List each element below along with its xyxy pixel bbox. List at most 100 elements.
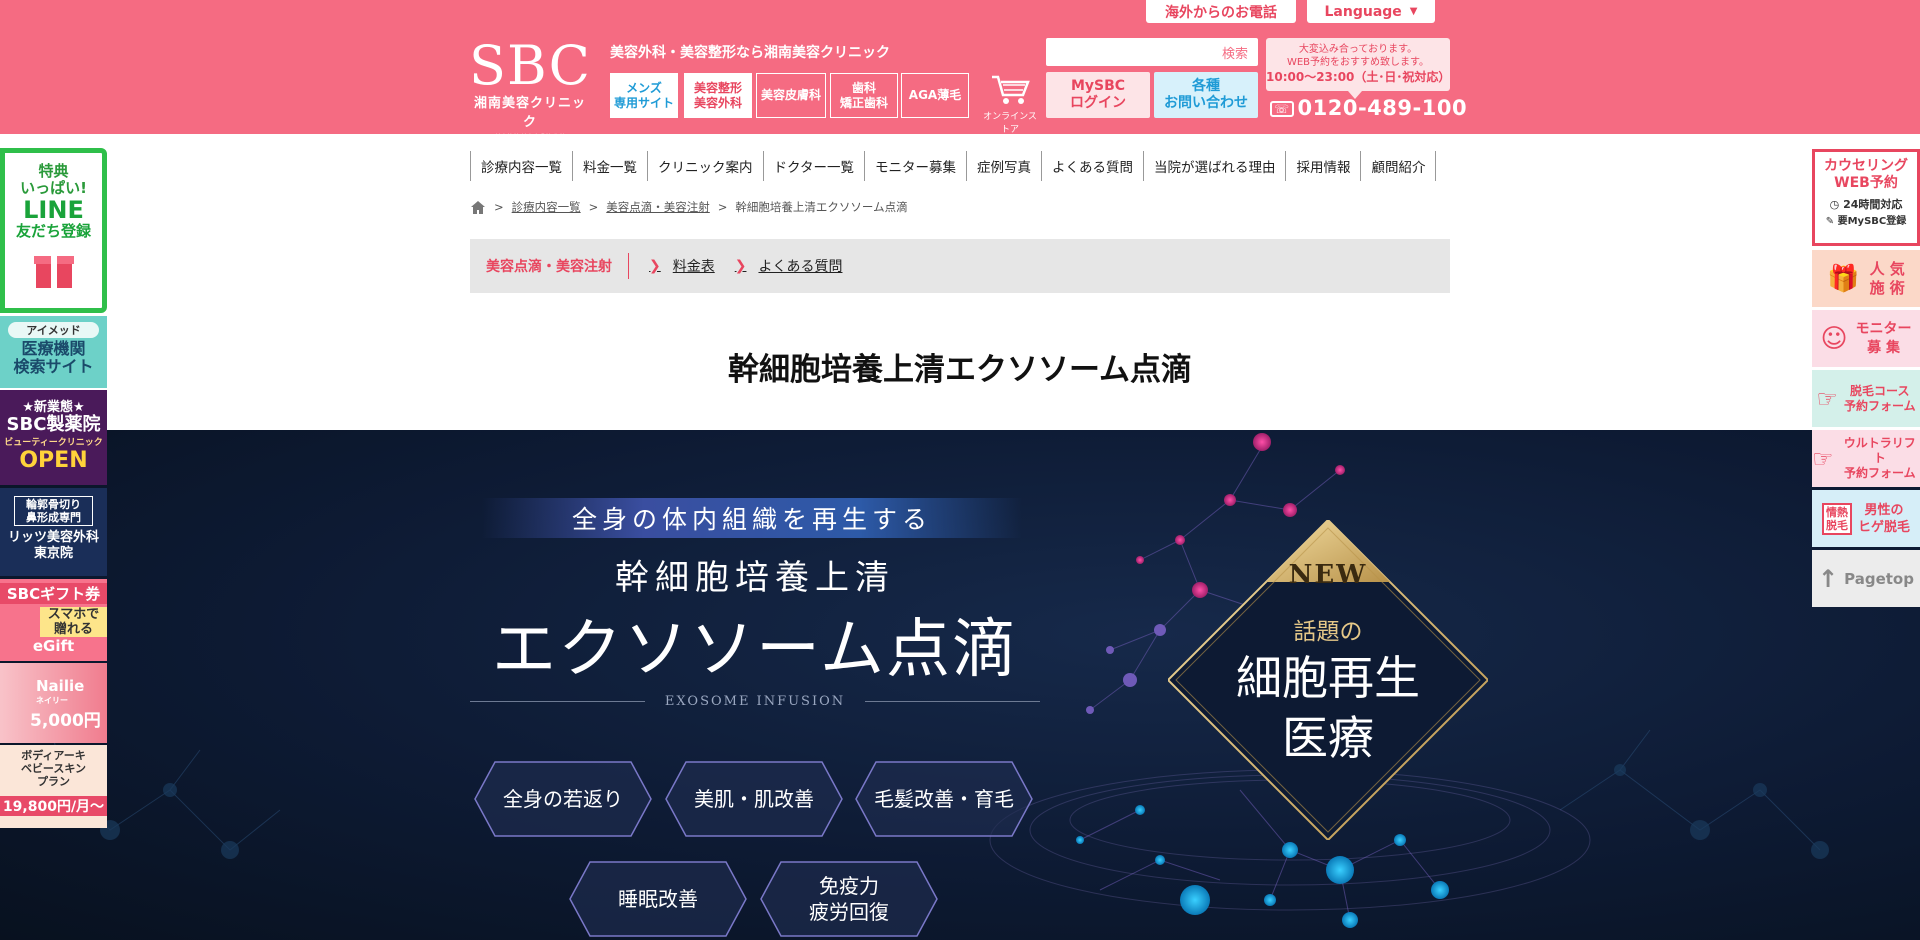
nav-monitor[interactable]: モニター募集: [863, 151, 966, 181]
page-title: 幹細胞培養上清エクソソーム点滴: [727, 352, 1193, 388]
subnav-faq-link[interactable]: ❯ よくある質問: [735, 256, 843, 276]
hero-english: EXOSOME INFUSION: [470, 694, 1041, 709]
nav-faq[interactable]: よくある質問: [1040, 151, 1143, 181]
language-selector[interactable]: Language ▼: [1307, 0, 1435, 23]
site-logo[interactable]: SBC 湘南美容クリニック 美容外科/美容皮膚科/歯科: [468, 39, 592, 142]
aga-tab[interactable]: AGA薄毛: [901, 73, 969, 118]
line-friend-banner[interactable]: 特典 いっぱい! LINE 友だち登録: [0, 148, 107, 313]
language-label: Language: [1324, 3, 1402, 20]
sbc-pharmacy-banner[interactable]: ★新業態★ SBC製薬院 ビューティークリニック OPEN: [0, 390, 107, 485]
nav-advisors[interactable]: 顧問紹介: [1360, 151, 1437, 181]
banner-text: 情熱: [1825, 505, 1848, 519]
overseas-call-button[interactable]: 海外からのお電話: [1146, 0, 1296, 23]
topic-label: 話題の: [1293, 619, 1363, 645]
banner-text: ウルトラリフト: [1843, 436, 1916, 465]
subnav-price-link[interactable]: ❯ 料金表: [649, 256, 715, 276]
person-icon: ☺: [1820, 323, 1848, 354]
nav-reasons[interactable]: 当院が選ばれる理由: [1142, 151, 1286, 181]
online-store-link[interactable]: オンラインストア: [980, 72, 1040, 135]
banner-text: WEB予約: [1834, 175, 1898, 191]
banner-text: ボディアーキ: [21, 749, 86, 762]
main-navigation: 診療内容一覧 料金一覧 クリニック案内 ドクター一覧 モニター募集 症例写真 よ…: [470, 151, 1437, 181]
hero-title: エクソソーム点滴: [491, 613, 1019, 687]
dermatology-label: 美容皮膚科: [760, 88, 821, 102]
popular-treatments-banner[interactable]: 🎁 人 気施 術: [1812, 250, 1920, 307]
banner-text: SBC製薬院: [6, 414, 101, 435]
divider: [470, 701, 645, 702]
benefit-badge: 全身の若返り: [473, 760, 653, 838]
nav-clinics[interactable]: クリニック案内: [647, 151, 763, 181]
banner-text: スマホで: [40, 607, 107, 622]
banner-text: ヒゲ脱毛: [1857, 519, 1910, 535]
reservation-notice: 大変込み合っております。 WEB予約をおすすめ致します。 10:00〜23:00…: [1266, 38, 1451, 99]
nav-services[interactable]: 診療内容一覧: [470, 151, 572, 181]
mens-site-label: メンズ 専用サイト: [613, 80, 674, 110]
hero-english-label: EXOSOME INFUSION: [664, 694, 846, 709]
cosmetic-surgery-tab[interactable]: 美容整形 美容外科: [684, 73, 752, 118]
banner-text: モニター募 集: [1856, 320, 1912, 358]
sbc-gift-banner[interactable]: SBCギフト券 スマホで 贈れる eGift: [0, 579, 107, 661]
hero-ribbon: 全身の体内組織を再生する: [482, 498, 1022, 538]
body-archi-banner[interactable]: ボディアーキ ベビースキン プラン 19,800円/月〜: [0, 745, 107, 828]
ritz-clinic-banner[interactable]: 輪郭骨切り 鼻形成専門 リッツ美容外科 東京院: [0, 488, 107, 576]
banner-text: プラン: [37, 775, 70, 788]
imed-banner[interactable]: アイメッド 医療機関 検索サイト: [0, 316, 107, 388]
breadcrumb-category[interactable]: 美容点滴・美容注射: [606, 199, 710, 215]
search-input[interactable]: 検索: [1046, 38, 1258, 66]
mysbc-login-label: MySBC ログイン: [1070, 78, 1126, 111]
breadcrumb-services[interactable]: 診療内容一覧: [512, 199, 581, 215]
banner-text: いっぱい!: [20, 179, 87, 197]
home-icon[interactable]: [470, 200, 486, 215]
banner-text: 検索サイト: [13, 357, 94, 376]
subnav-faq-label: よくある質問: [758, 259, 843, 275]
pagetop-button[interactable]: ↑ Pagetop: [1812, 550, 1920, 607]
banner-text: 募 集: [1867, 339, 1900, 356]
dermatology-tab[interactable]: 美容皮膚科: [756, 73, 826, 118]
nav-doctors[interactable]: ドクター一覧: [762, 151, 864, 181]
benefit-badge: 美肌・肌改善: [664, 760, 844, 838]
benefit-badge: 睡眠改善: [568, 860, 748, 938]
breadcrumb-separator: >: [494, 200, 504, 214]
hair-removal-form-banner[interactable]: ☞ 脱毛コース 予約フォーム: [1812, 370, 1920, 427]
mysbc-login-button[interactable]: MySBC ログイン: [1046, 72, 1150, 118]
phone-number[interactable]: ☏ 0120-489-100: [1270, 96, 1467, 120]
search-button[interactable]: 検索: [1222, 43, 1248, 62]
pagetop-label: Pagetop: [1844, 569, 1914, 588]
banner-text: 施 術: [1869, 278, 1905, 297]
banner-text: アイメッド: [8, 322, 99, 338]
category-subnav: 美容点滴・美容注射 ❯ 料金表 ❯ よくある質問: [470, 239, 1450, 293]
dental-tab[interactable]: 歯科 矯正歯科: [830, 73, 898, 118]
arrow-up-icon: ↑: [1818, 564, 1839, 593]
nav-recruit[interactable]: 採用情報: [1285, 151, 1360, 181]
mens-beard-removal-banner[interactable]: 情熱 脱毛 男性の ヒゲ脱毛: [1812, 490, 1920, 547]
banner-text: 特典: [38, 162, 69, 180]
banner-text: 予約フォーム: [1843, 398, 1916, 413]
banner-text: リッツ美容外科: [7, 530, 99, 545]
breadcrumb-current: 幹細胞培養上清エクソソーム点滴: [735, 200, 908, 214]
gift-icon: 🎁: [1827, 263, 1860, 294]
monitor-recruit-banner[interactable]: ☺ モニター募 集: [1812, 310, 1920, 367]
divider: [865, 701, 1041, 702]
subnav-category[interactable]: 美容点滴・美容注射: [470, 253, 629, 279]
business-hours: 10:00〜23:00（土･日･祝対応）: [1266, 70, 1451, 84]
counseling-web-reservation[interactable]: カウセリング WEB予約 ◷ 24時間対応 ✎ 要MySBC登録: [1812, 149, 1920, 246]
banner-text: モニター: [1855, 320, 1912, 337]
hero-banner: 全身の体内組織を再生する 幹細胞培養上清 エクソソーム点滴 EXOSOME IN…: [0, 430, 1920, 940]
notice-line-2: WEB予約をおすすめ致します。: [1286, 57, 1430, 68]
nav-prices[interactable]: 料金一覧: [572, 151, 647, 181]
benefit-label: 毛髪改善・育毛: [874, 787, 1014, 811]
banner-text: 友だち登録: [15, 222, 91, 240]
banner-text: OPEN: [19, 448, 88, 473]
overseas-call-label: 海外からのお電話: [1165, 4, 1277, 21]
mens-site-button[interactable]: メンズ 専用サイト: [610, 73, 678, 118]
nailie-banner[interactable]: Nailie ネイリー 5,000円: [0, 663, 107, 743]
banner-text: ◷ 24時間対応: [1815, 196, 1917, 212]
contact-button[interactable]: 各種 お問い合わせ: [1154, 72, 1258, 118]
banner-text: LINE: [23, 196, 84, 224]
banner-text: 鼻形成専門: [26, 511, 81, 524]
banner-text: 予約フォーム: [1843, 466, 1916, 480]
banner-text: カウセリング: [1824, 158, 1908, 174]
banner-text: 要MySBC登録: [1837, 216, 1907, 227]
nav-case-photos[interactable]: 症例写真: [965, 151, 1041, 181]
ultralift-form-banner[interactable]: ☞ ウルトラリフト 予約フォーム: [1812, 430, 1920, 487]
